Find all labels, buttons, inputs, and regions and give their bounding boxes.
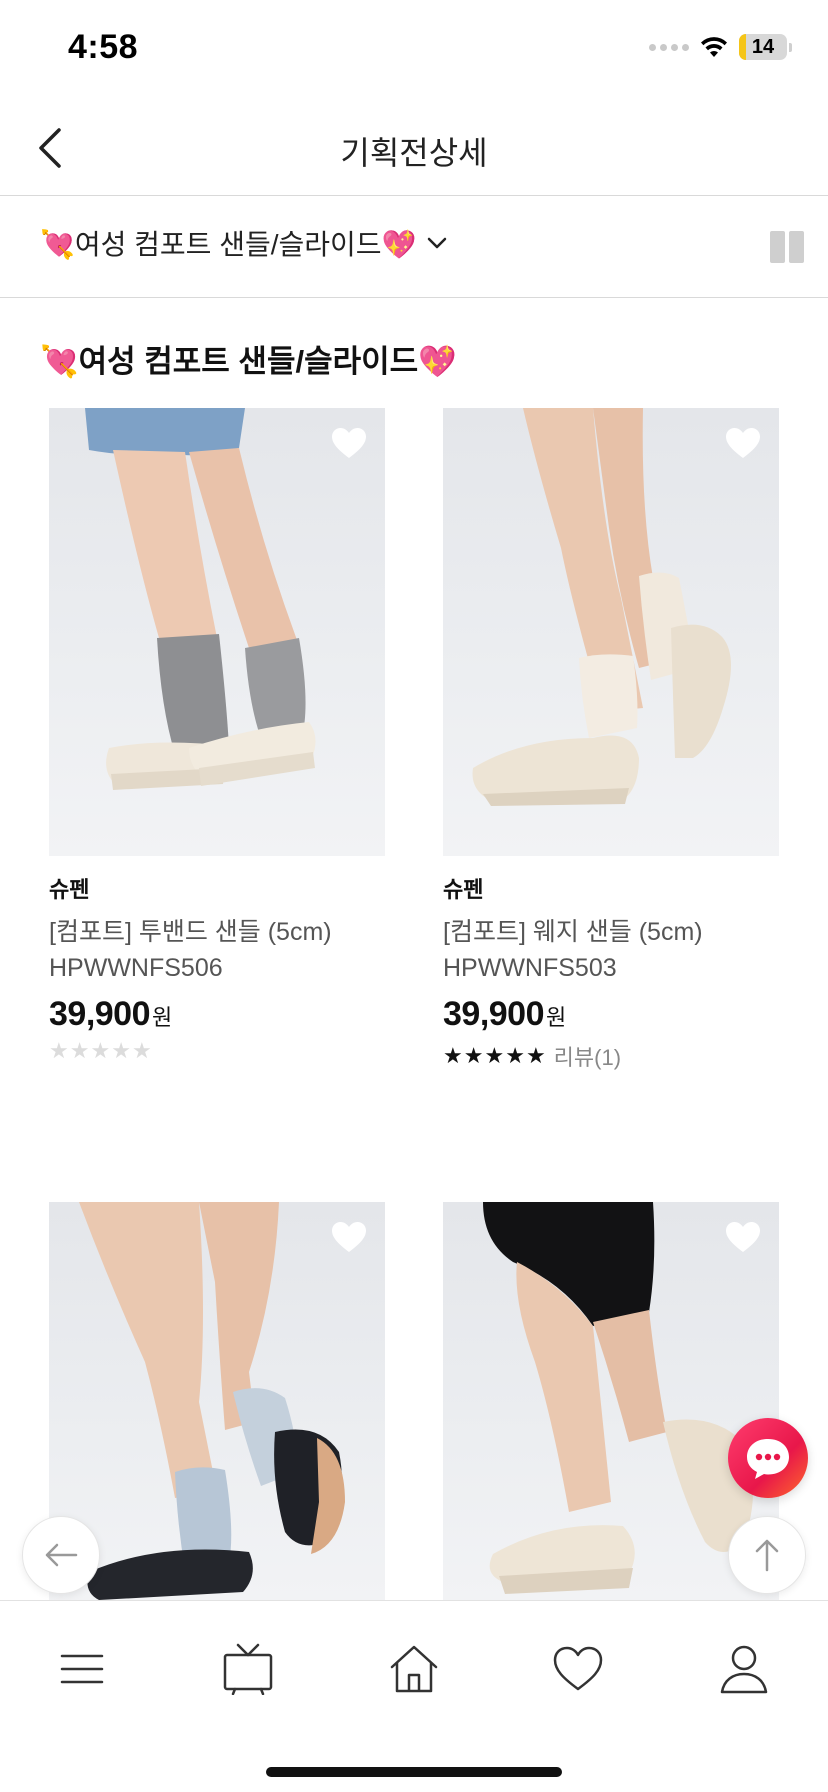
rating-row: ★ ★ ★ ★ ★ 리뷰(1) — [443, 1040, 779, 1072]
category-dropdown[interactable]: 💘여성 컴포트 샌들/슬라이드💖 — [40, 223, 448, 263]
user-icon — [720, 1645, 768, 1694]
chat-button[interactable] — [728, 1418, 808, 1498]
star-rating: ★ ★ ★ ★ ★ — [443, 1045, 546, 1067]
price-currency: 원 — [152, 1005, 173, 1030]
star-icon: ★ — [463, 1043, 484, 1068]
battery-icon: 14 — [739, 34, 792, 60]
history-back-button[interactable] — [22, 1516, 100, 1594]
star-icon: ★ — [69, 1038, 90, 1063]
star-icon: ★ — [111, 1038, 131, 1063]
grid-view-icon[interactable] — [770, 231, 804, 263]
product-brand: 슈펜 — [49, 877, 90, 902]
price-row: 39,900 원 — [49, 995, 385, 1034]
product-price: 39,900 — [443, 995, 545, 1033]
product-image[interactable] — [49, 408, 385, 856]
product-image[interactable] — [443, 1202, 779, 1600]
page-title: 기획전상세 — [340, 135, 488, 171]
product-name: [컴포트] 웨지 샌들 (5cm) — [443, 918, 703, 946]
wishlist-heart-icon[interactable] — [723, 424, 763, 464]
category-bar: 💘여성 컴포트 샌들/슬라이드💖 — [0, 197, 828, 298]
home-indicator — [266, 1767, 562, 1777]
chevron-down-icon — [428, 237, 447, 249]
star-icon: ★ — [49, 1038, 69, 1063]
nav-my-page[interactable] — [704, 1637, 784, 1701]
product-price: 39,900 — [49, 995, 151, 1033]
product-image[interactable] — [49, 1202, 385, 1600]
product-image[interactable] — [443, 408, 779, 856]
status-indicators: 14 — [649, 34, 792, 60]
bottom-navigation — [0, 1600, 828, 1792]
product-card[interactable]: 슈펜 [컴포트] 투밴드 샌들 (5cm) HPWWNFS506 39,900 … — [49, 408, 385, 1062]
wishlist-heart-icon[interactable] — [723, 1218, 763, 1258]
product-card[interactable]: 슈펜 [컴포트] 웨지 샌들 (5cm) HPWWNFS503 39,900 원… — [443, 408, 779, 1072]
product-name: [컴포트] 투밴드 샌들 (5cm) — [49, 918, 332, 946]
review-count[interactable]: 리뷰(1) — [554, 1040, 621, 1072]
product-card[interactable] — [443, 1202, 779, 1600]
heart-icon — [553, 1646, 603, 1691]
home-icon — [390, 1645, 438, 1693]
menu-icon — [60, 1654, 104, 1684]
cellular-signal-icon — [649, 43, 689, 51]
price-row: 39,900 원 — [443, 995, 779, 1034]
star-icon: ★ — [505, 1043, 525, 1068]
nav-menu[interactable] — [42, 1637, 122, 1701]
arrow-up-icon — [755, 1539, 779, 1572]
price-currency: 원 — [546, 1005, 567, 1030]
star-icon: ★ — [131, 1038, 152, 1063]
tv-icon — [223, 1643, 273, 1695]
product-card[interactable] — [49, 1202, 385, 1600]
star-icon: ★ — [90, 1038, 111, 1063]
nav-home[interactable] — [374, 1637, 454, 1701]
status-time: 4:58 — [68, 28, 139, 66]
rating-row: ★ ★ ★ ★ ★ — [49, 1040, 385, 1062]
status-bar: 4:58 14 — [0, 0, 828, 100]
star-icon: ★ — [484, 1043, 505, 1068]
star-rating: ★ ★ ★ ★ ★ — [49, 1040, 152, 1062]
chat-bubble-icon — [747, 1439, 789, 1479]
category-label: 💘여성 컴포트 샌들/슬라이드💖 — [40, 229, 417, 260]
star-icon: ★ — [525, 1043, 546, 1068]
arrow-left-icon — [45, 1543, 78, 1567]
nav-tv[interactable] — [208, 1637, 288, 1701]
scroll-top-button[interactable] — [728, 1516, 806, 1594]
wifi-icon — [701, 37, 727, 57]
wishlist-heart-icon[interactable] — [329, 1218, 369, 1258]
product-brand: 슈펜 — [443, 877, 484, 902]
star-icon: ★ — [443, 1043, 463, 1068]
product-code: HPWWNFS503 — [443, 954, 617, 982]
section-title: 💘여성 컴포트 샌들/슬라이드💖 — [40, 344, 457, 379]
page-header: 기획전상세 — [0, 100, 828, 196]
wishlist-heart-icon[interactable] — [329, 424, 369, 464]
nav-wishlist[interactable] — [538, 1637, 618, 1701]
battery-level: 14 — [751, 36, 775, 58]
product-code: HPWWNFS506 — [49, 954, 223, 982]
